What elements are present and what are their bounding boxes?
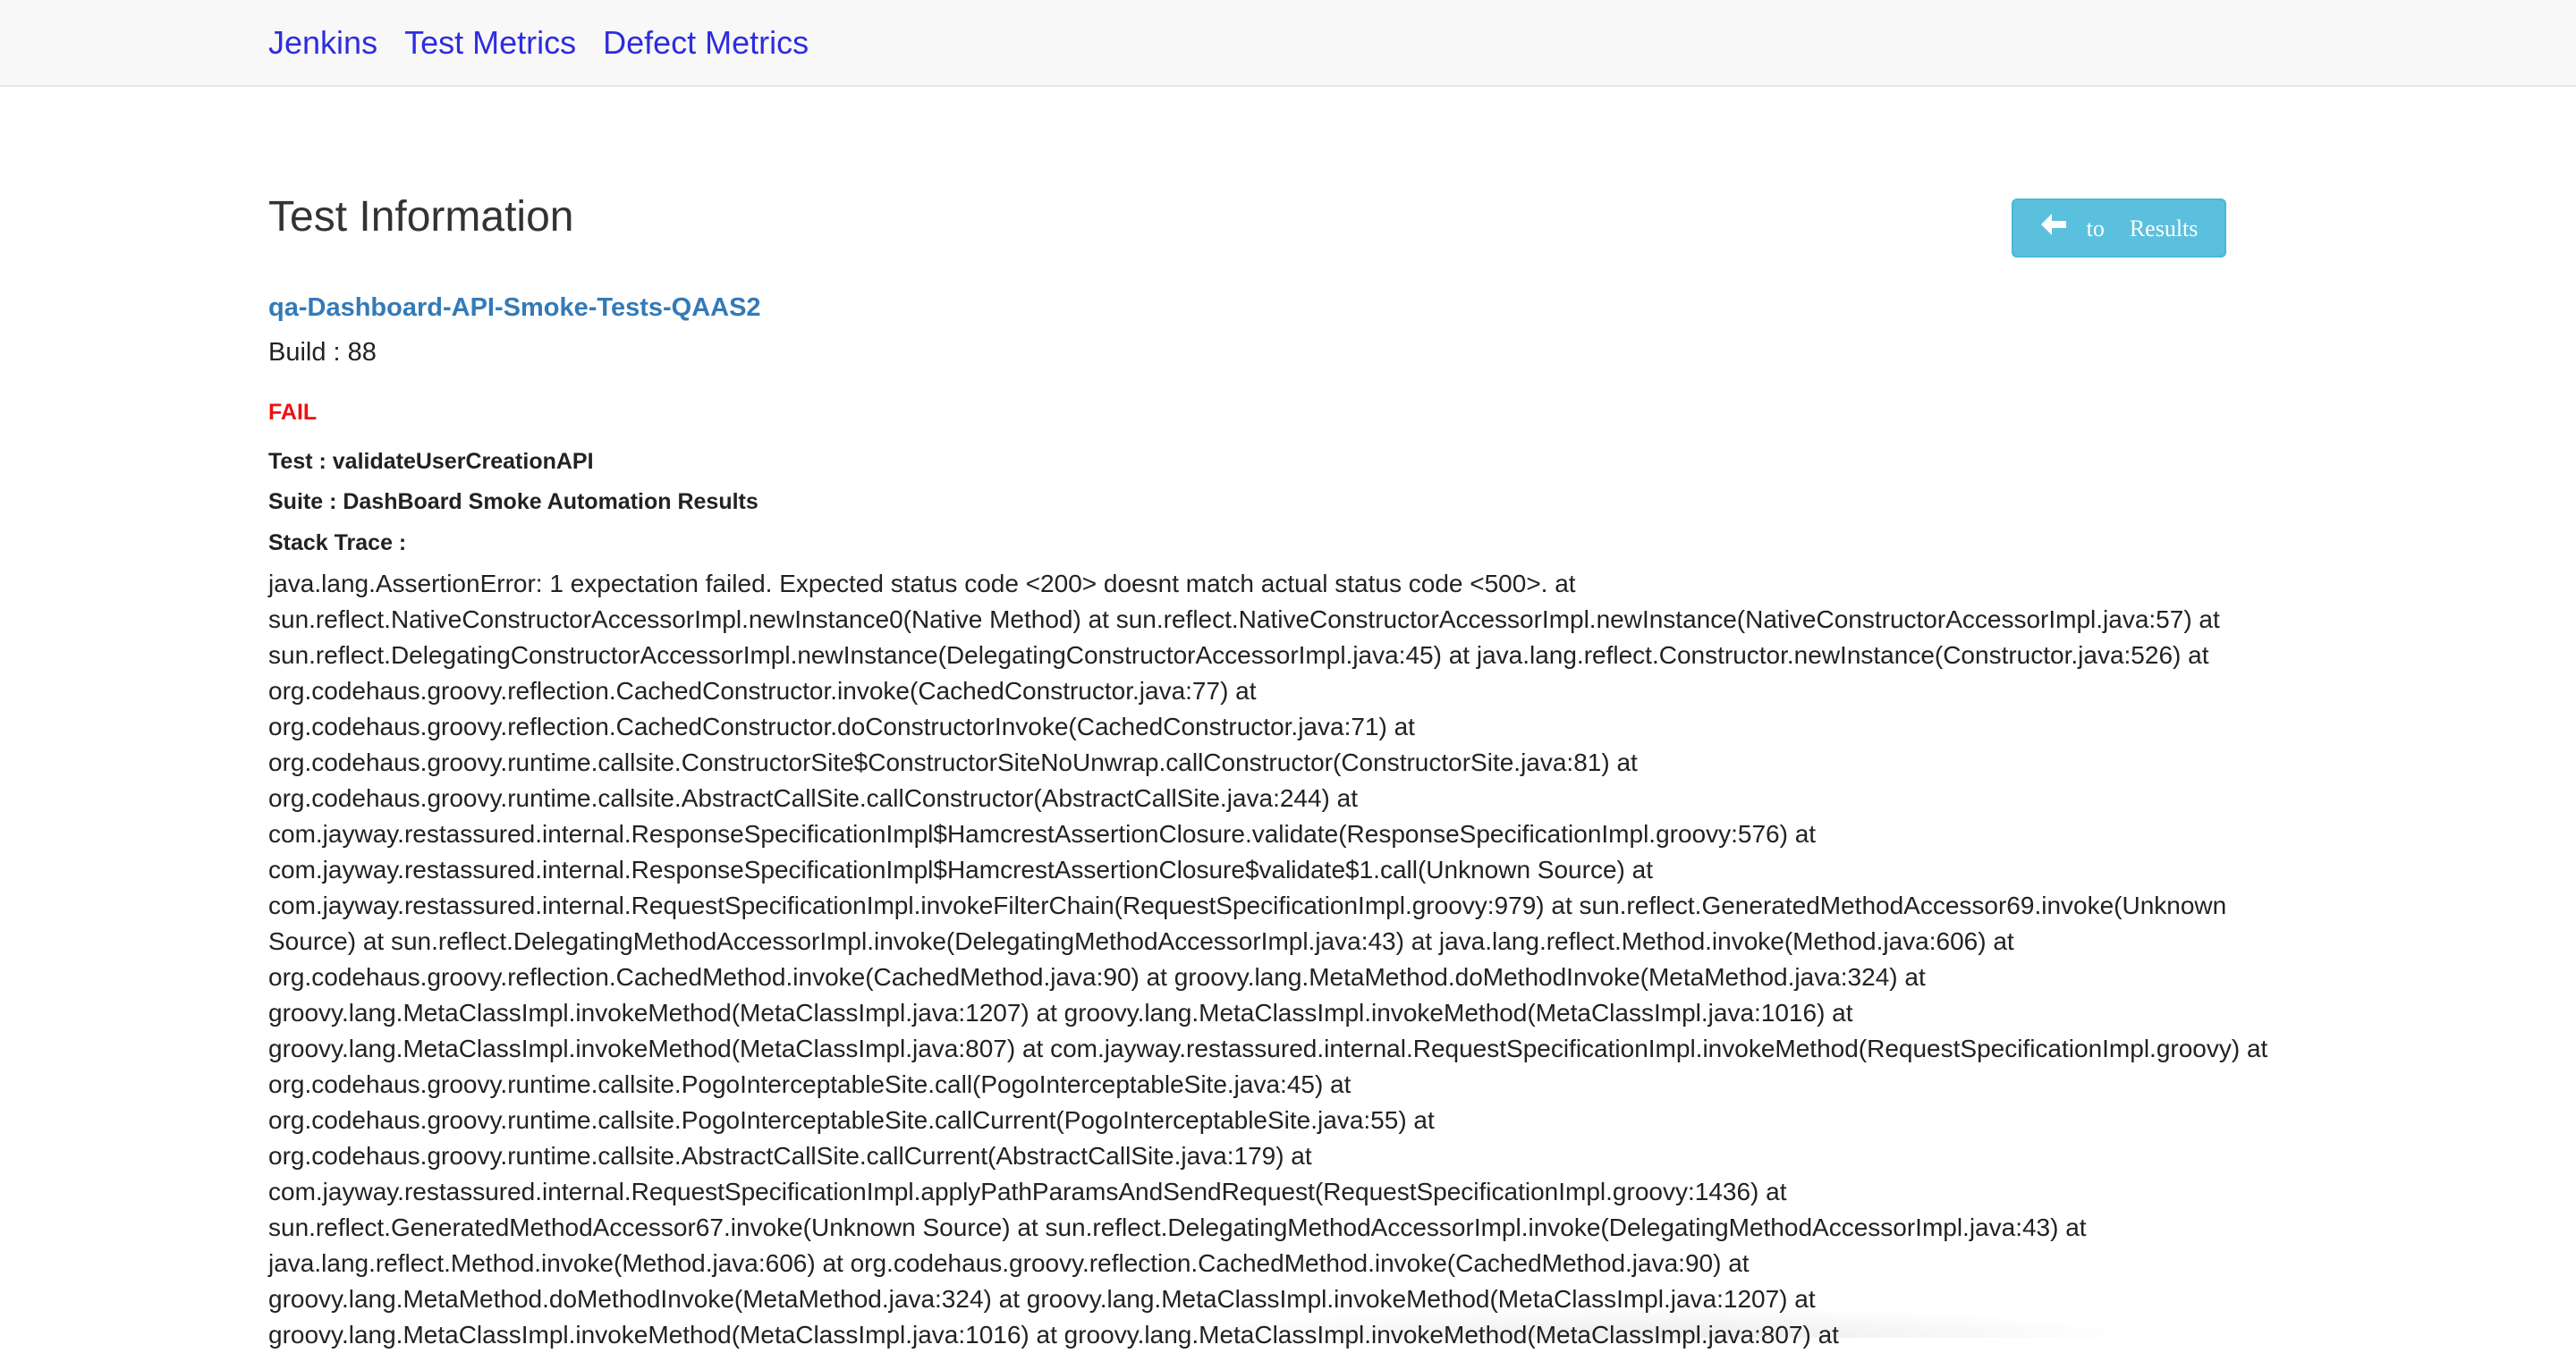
status-badge: FAIL bbox=[268, 400, 318, 425]
back-button-to-label: to bbox=[2086, 216, 2105, 241]
stack-trace-text: java.lang.AssertionError: 1 expectation … bbox=[268, 566, 2308, 1353]
stack-trace-line: groovy.lang.MetaClassImpl.invokeMethod(M… bbox=[268, 999, 1853, 1027]
suite-name: Suite : DashBoard Smoke Automation Resul… bbox=[268, 489, 758, 514]
stack-trace-line: sun.reflect.DelegatingConstructorAccesso… bbox=[268, 641, 2209, 669]
stack-trace-line: groovy.lang.MetaClassImpl.invokeMethod(M… bbox=[268, 1321, 1839, 1349]
job-name-link[interactable]: qa-Dashboard-API-Smoke-Tests-QAAS2 bbox=[268, 292, 761, 323]
stack-trace-line: java.lang.AssertionError: 1 expectation … bbox=[268, 570, 1576, 597]
stack-trace-label: Stack Trace : bbox=[268, 530, 407, 555]
stack-trace-line: com.jayway.restassured.internal.Response… bbox=[268, 820, 1817, 848]
arrow-left-icon bbox=[2040, 214, 2066, 235]
nav-link-jenkins[interactable]: Jenkins bbox=[268, 21, 377, 64]
stack-trace-line: groovy.lang.MetaMethod.doMethodInvoke(Me… bbox=[268, 1285, 1816, 1313]
test-name: Test : validateUserCreationAPI bbox=[268, 449, 594, 474]
stack-trace-line: java.lang.reflect.Method.invoke(Method.j… bbox=[268, 1249, 1750, 1277]
top-navbar: Jenkins Test Metrics Defect Metrics bbox=[0, 0, 2576, 87]
stack-trace-line: org.codehaus.groovy.runtime.callsite.Abs… bbox=[268, 784, 1359, 812]
stack-trace-line: org.codehaus.groovy.runtime.callsite.Con… bbox=[268, 748, 1638, 776]
build-number: Build : 88 bbox=[268, 338, 377, 367]
nav-link-defect-metrics[interactable]: Defect Metrics bbox=[603, 21, 809, 64]
page-title: Test Information bbox=[268, 193, 574, 241]
stack-trace-line: org.codehaus.groovy.reflection.CachedCon… bbox=[268, 677, 1257, 705]
stack-trace-line: sun.reflect.NativeConstructorAccessorImp… bbox=[268, 605, 2220, 633]
stack-trace-line: com.jayway.restassured.internal.Response… bbox=[268, 856, 1653, 884]
stack-trace-line: sun.reflect.GeneratedMethodAccessor67.in… bbox=[268, 1213, 2087, 1241]
stack-trace-line: com.jayway.restassured.internal.RequestS… bbox=[268, 1178, 1787, 1205]
stack-trace-line: groovy.lang.MetaClassImpl.invokeMethod(M… bbox=[268, 1035, 2268, 1062]
stack-trace-line: org.codehaus.groovy.reflection.CachedMet… bbox=[268, 963, 1926, 991]
nav-links: Jenkins Test Metrics Defect Metrics bbox=[268, 21, 835, 64]
stack-trace-line: com.jayway.restassured.internal.RequestS… bbox=[268, 892, 2227, 919]
stack-trace-line: org.codehaus.groovy.runtime.callsite.Abs… bbox=[268, 1142, 1312, 1170]
stack-trace-line: org.codehaus.groovy.runtime.callsite.Pog… bbox=[268, 1070, 1352, 1098]
stack-trace-line: Source) at sun.reflect.DelegatingMethodA… bbox=[268, 927, 2014, 955]
stack-trace-line: org.codehaus.groovy.reflection.CachedCon… bbox=[268, 713, 1415, 740]
nav-link-test-metrics[interactable]: Test Metrics bbox=[404, 21, 576, 64]
back-button-results-label: Results bbox=[2129, 216, 2199, 241]
stack-trace-line: org.codehaus.groovy.runtime.callsite.Pog… bbox=[268, 1106, 1435, 1134]
back-to-results-button[interactable]: to Results bbox=[2012, 199, 2226, 258]
